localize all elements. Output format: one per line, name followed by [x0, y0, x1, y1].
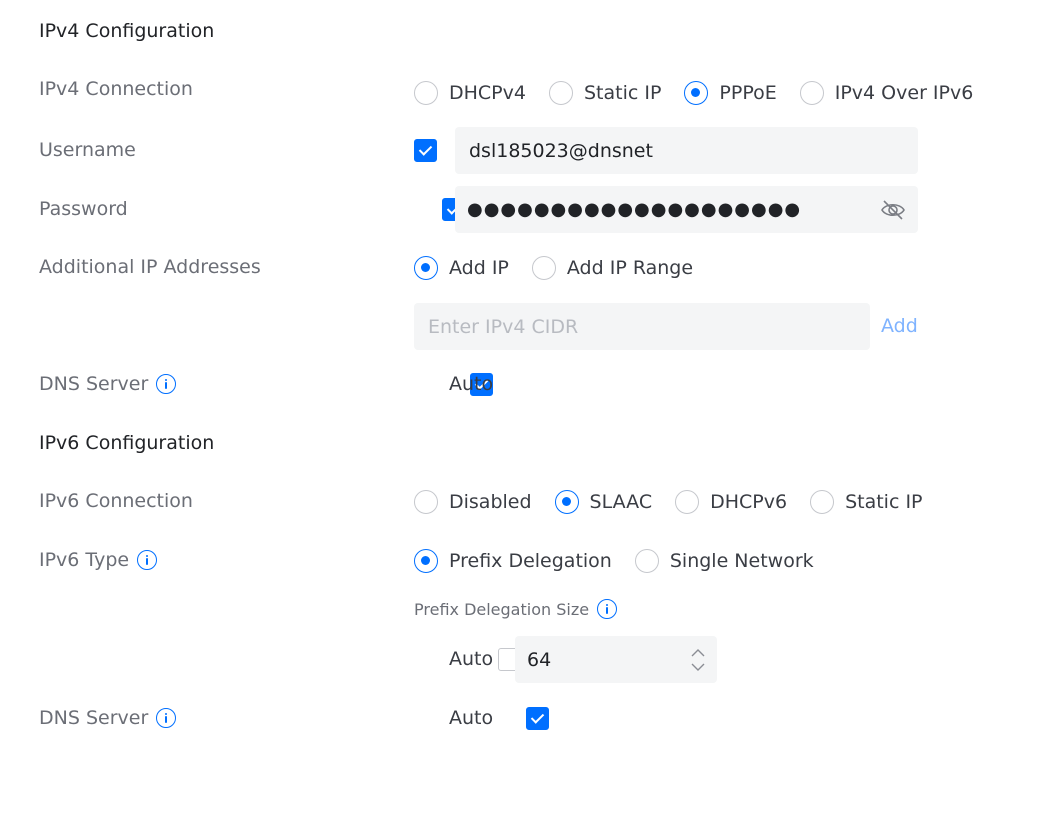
ipv4-option-pppoe[interactable]: PPPoE: [684, 81, 777, 105]
radio-ipv6-static-ip[interactable]: [810, 490, 835, 514]
ipv6-dns-label: DNS Server: [39, 707, 177, 729]
info-icon[interactable]: [597, 599, 618, 619]
ipv4-option-static-ip[interactable]: Static IP: [548, 81, 661, 105]
add-cidr-button[interactable]: Add: [881, 315, 918, 337]
ipv6-option-static-ip[interactable]: Static IP: [810, 490, 923, 514]
ipv4-option-dhcpv4[interactable]: DHCPv4: [414, 81, 526, 105]
option-add-ip[interactable]: Add IP: [414, 256, 509, 280]
option-add-ip-range[interactable]: Add IP Range: [531, 256, 693, 280]
info-icon[interactable]: [156, 708, 177, 728]
additional-ip-label: Additional IP Addresses: [39, 256, 261, 278]
ipv4-connection-label: IPv4 Connection: [39, 78, 193, 100]
info-icon[interactable]: [137, 550, 158, 570]
ipv6-option-slaac[interactable]: SLAAC: [554, 490, 652, 514]
prefix-size-field[interactable]: 64: [515, 636, 717, 683]
ipv6-connection-label: IPv6 Connection: [39, 490, 193, 512]
option-single-network[interactable]: Single Network: [634, 549, 814, 573]
ipv6-type-label: IPv6 Type: [39, 549, 158, 571]
username-checkbox[interactable]: [414, 139, 437, 162]
radio-single-network[interactable]: [634, 549, 659, 573]
radio-ipv4-over-ipv6[interactable]: [799, 81, 824, 105]
info-icon[interactable]: [156, 374, 177, 394]
ipv4-dns-label: DNS Server: [39, 373, 177, 395]
prefix-size-auto-label: Auto: [449, 648, 494, 670]
ipv6-option-dhcpv6[interactable]: DHCPv6: [675, 490, 787, 514]
username-label: Username: [39, 139, 136, 161]
ipv6-type-group: Prefix Delegation Single Network: [414, 546, 837, 576]
password-label: Password: [39, 198, 128, 220]
ipv6-dns-auto-label: Auto: [449, 707, 494, 729]
username-input[interactable]: [467, 138, 906, 163]
password-value: ●●●●●●●●●●●●●●●●●●●●: [467, 199, 802, 220]
ipv6-option-disabled[interactable]: Disabled: [414, 490, 532, 514]
option-prefix-delegation[interactable]: Prefix Delegation: [414, 549, 612, 573]
radio-dhcpv4[interactable]: [414, 81, 438, 105]
ipv6-section-title: IPv6 Configuration: [39, 432, 215, 454]
ipv4-dns-auto-label: Auto: [449, 373, 494, 395]
ipv6-connection-group: Disabled SLAAC DHCPv6 Static IP: [414, 487, 946, 517]
eye-off-icon[interactable]: [880, 197, 906, 223]
prefix-size-value: 64: [527, 648, 552, 671]
ipv4-cidr-input[interactable]: [426, 314, 858, 339]
radio-slaac[interactable]: [554, 490, 579, 514]
password-field[interactable]: ●●●●●●●●●●●●●●●●●●●●: [455, 186, 918, 233]
radio-add-ip[interactable]: [414, 256, 438, 280]
radio-disabled[interactable]: [414, 490, 438, 514]
radio-prefix-delegation[interactable]: [414, 549, 438, 573]
ipv4-connection-group: DHCPv4 Static IP PPPoE IPv4 Over IPv6: [414, 78, 996, 108]
prefix-size-stepper: [691, 648, 705, 671]
ipv4-option-ipv4-over-ipv6[interactable]: IPv4 Over IPv6: [799, 81, 973, 105]
username-field[interactable]: [455, 127, 918, 174]
prefix-size-label: Prefix Delegation Size: [414, 599, 618, 619]
ipv6-dns-auto-checkbox[interactable]: [526, 707, 550, 730]
radio-static-ip[interactable]: [548, 81, 573, 105]
chevron-up-icon[interactable]: [691, 648, 705, 657]
chevron-down-icon[interactable]: [691, 663, 705, 671]
radio-add-ip-range[interactable]: [531, 256, 556, 280]
additional-ip-group: Add IP Add IP Range: [414, 253, 716, 283]
ipv4-cidr-field[interactable]: [414, 303, 870, 350]
radio-dhcpv6[interactable]: [675, 490, 700, 514]
radio-pppoe[interactable]: [684, 81, 709, 105]
ipv4-section-title: IPv4 Configuration: [39, 20, 215, 42]
